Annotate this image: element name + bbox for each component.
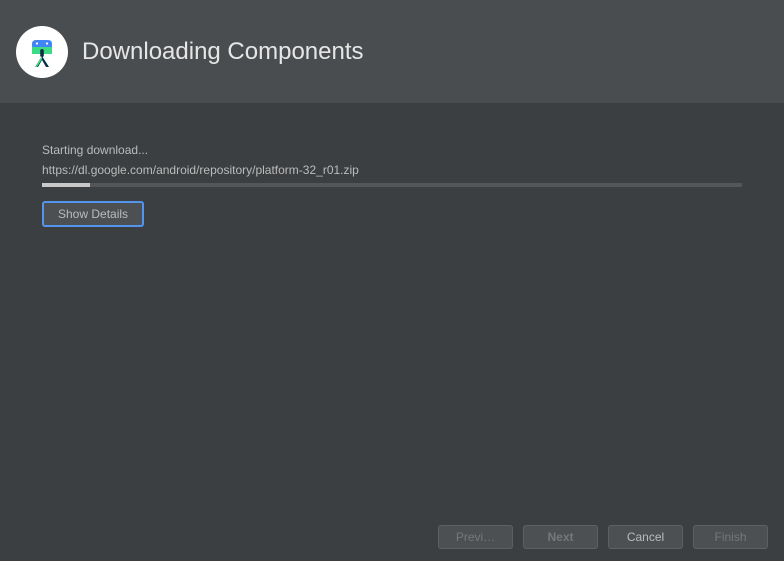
previous-button[interactable]: Previ… bbox=[438, 525, 513, 549]
download-url-text: https://dl.google.com/android/repository… bbox=[42, 163, 742, 177]
next-button[interactable]: Next bbox=[523, 525, 598, 549]
progress-fill bbox=[42, 183, 90, 187]
show-details-button[interactable]: Show Details bbox=[42, 201, 144, 227]
wizard-footer: Previ… Next Cancel Finish bbox=[0, 513, 784, 561]
finish-button[interactable]: Finish bbox=[693, 525, 768, 549]
page-title: Downloading Components bbox=[82, 38, 364, 66]
content-area: Starting download... https://dl.google.c… bbox=[0, 103, 784, 227]
android-studio-logo bbox=[16, 26, 68, 78]
download-status-text: Starting download... bbox=[42, 143, 742, 157]
cancel-button[interactable]: Cancel bbox=[608, 525, 683, 549]
progress-bar bbox=[42, 183, 742, 187]
android-studio-icon bbox=[24, 34, 60, 70]
wizard-header: Downloading Components bbox=[0, 0, 784, 103]
